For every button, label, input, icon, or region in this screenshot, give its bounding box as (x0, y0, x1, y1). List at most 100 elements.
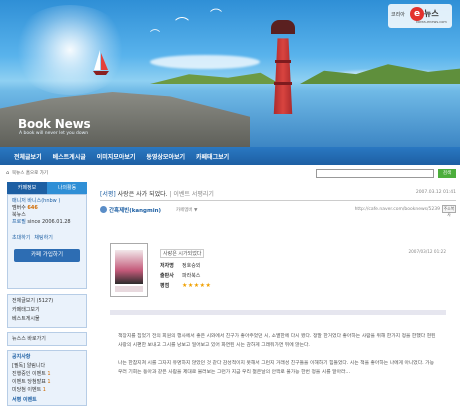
home-link[interactable]: 북뉴스 홈으로 가기 (12, 170, 48, 176)
notice-count: 1 (42, 387, 46, 393)
meta-rating-row: 평점 ★★★★★ (160, 282, 211, 289)
enews-logo-icon: e (410, 7, 424, 21)
seagull-icon: ⌒ (210, 8, 223, 22)
island (150, 72, 280, 84)
notice-board: 공지사항 [필독] 알림니다 진행중인 이벤트 1 이벤트 당첨발표 1 미당첨… (7, 350, 87, 406)
manager-line: 매니저 바니스(hnbw ) (12, 198, 82, 205)
nav-tags[interactable]: 카페태그보기 (196, 152, 229, 161)
seagull-icon: ⌒ (175, 17, 189, 33)
post-paragraph: 책장지를 집었기 전의 회원의 행사에서 좋은 시와에서 친구가 좋아주었던 시… (118, 334, 436, 348)
tab-my-activity[interactable]: 나의활동 (47, 182, 87, 194)
nav-videos[interactable]: 동영상모아보기 (146, 152, 185, 161)
meta-author-row: 저자명 정호승외 (160, 262, 200, 269)
post-title: [서평] 사랑은 사가 되었다. | 이벤트 서평리기 (100, 189, 214, 198)
book-meta: 사랑은 시가되었다 2007/03/12 01:22 저자명 정호승외 출판사 파라… (160, 249, 446, 297)
notice-item[interactable]: [필독] 알림니다 (12, 362, 82, 370)
invite-link[interactable]: 초대하기 (12, 234, 30, 241)
notice-label: 미당첨 이벤트 (12, 387, 42, 393)
post-category[interactable]: [서평] (100, 191, 116, 198)
book-card: 사랑은 시가되었다 2007/03/12 01:22 저자명 정호승외 출판사 파라… (110, 243, 446, 303)
book-cover[interactable] (110, 243, 148, 297)
cafe-profile: 매니저 바니스(hnbw ) 멤버수 646 북뉴스 프로필 since 200… (7, 194, 87, 289)
search-input[interactable] (316, 169, 434, 178)
notice-label: 이벤트 당첨발표 (12, 379, 46, 385)
post-paragraph: 나는 한참지쳐 시를 그자지 유명하지 않았던 것 같다 감성적이지 못해서 그… (118, 361, 434, 375)
search-strip: ⌂ 북뉴스 홈으로 가기 검색 (0, 165, 460, 181)
lighthouse-lantern (271, 20, 295, 34)
member-count-label: 멤버수 (12, 205, 28, 211)
search-button[interactable]: 검색 (438, 169, 456, 178)
member-count-line: 멤버수 646 (12, 205, 82, 212)
nav-all-posts[interactable]: 전체글보기 (14, 152, 42, 161)
meta-key: 평점 (160, 283, 170, 289)
post-view: [서평] 사랑은 사가 되었다. | 이벤트 서평리기 2007.03.12 0… (96, 182, 460, 403)
manager-label: 매니저 (12, 198, 28, 204)
sidebar-tabs: 카페정보 나의활동 (7, 182, 87, 194)
chat-link[interactable]: 채팅하기 (34, 234, 52, 241)
meta-key: 출판사 (160, 273, 174, 279)
profile-actions: 초대하기 채팅하기 (12, 234, 82, 241)
cover-image (115, 250, 143, 284)
join-cafe-button[interactable]: 카페 가입하기 (14, 249, 80, 262)
lighthouse (273, 38, 293, 114)
author-row: 간혹제빈(kangmin) 카페멤버 ▼ http://cafe.naver.c… (100, 205, 456, 217)
post-body: 책장지를 집었기 전의 회원의 행사에서 좋은 시와에서 친구가 좋아주었던 시… (118, 332, 438, 386)
meta-value: 파라북스 (182, 273, 201, 279)
home-icon[interactable]: ⌂ (6, 170, 9, 176)
menu-all-posts[interactable]: 전체글보기 (5127) (12, 297, 82, 306)
sun-flare (10, 5, 130, 95)
nav-best-posts[interactable]: 베스트게시글 (53, 152, 86, 161)
notice-item[interactable]: 이벤트 당첨발표 1 (12, 378, 82, 386)
menu-best[interactable]: 베스트게시물 (12, 315, 82, 324)
author-avatar-icon (100, 206, 107, 213)
meta-publisher-row: 출판사 파라북스 (160, 272, 200, 279)
member-count[interactable]: 646 (27, 205, 37, 211)
rating-stars-icon: ★★★★★ (182, 282, 212, 289)
book-date: 2007/03/12 01:22 (408, 249, 446, 254)
partner-name: 뉴스 (424, 9, 439, 18)
cafe-tagline: A book will never let you down (19, 131, 89, 136)
meta-key: 저자명 (160, 263, 174, 269)
top-nav: 전체글보기 베스트게시글 이미지모아보기 동영상모아보기 카페태그보기 (0, 147, 460, 165)
copy-url-button[interactable]: 주소복사 (442, 205, 456, 217)
partner-prefix: 코리아 (391, 12, 405, 18)
news-shortcut[interactable]: 뉴스스 바로가기 (7, 332, 87, 346)
cover-strip (115, 286, 143, 292)
partner-logo[interactable]: 코리아 e 뉴스 korea-enews.com (388, 4, 452, 28)
meta-value: 정호승외 (182, 263, 201, 269)
notice-label: 진행중인 이벤트 (12, 371, 46, 377)
manager-id: (hnbw ) (41, 198, 61, 204)
island (300, 64, 460, 84)
author-role[interactable]: 카페멤버 ▼ (176, 207, 197, 213)
events-head[interactable]: 서평 이벤트 (12, 396, 82, 405)
cafe-menu: 전체글보기 (5127) 카페태그보기 베스트게시물 (7, 294, 87, 328)
cloud (150, 55, 260, 69)
sailboat-icon (93, 50, 109, 75)
notice-item[interactable]: 미당첨 이벤트 1 (12, 386, 82, 394)
notice-head: 공지사항 (12, 354, 31, 360)
left-sidebar: 카페정보 나의활동 매니저 바니스(hnbw ) 멤버수 646 북뉴스 프로필… (7, 182, 87, 406)
manager-name[interactable]: 바니스 (27, 198, 41, 204)
since-line: 프로필 since 2006.01.28 (12, 219, 82, 226)
cafe-title: Book News (18, 117, 91, 131)
cafe-name: 북뉴스 (12, 212, 26, 218)
notice-label: [필독] 알림니다 (12, 363, 46, 369)
lighthouse-band (274, 82, 292, 85)
notice-count: 1 (47, 371, 51, 377)
author-name[interactable]: 간혹제빈(kangmin) (109, 206, 161, 214)
nav-images[interactable]: 이미지모아보기 (97, 152, 136, 161)
book-title: 사랑은 시가되었다 (160, 249, 205, 258)
menu-tags[interactable]: 카페태그보기 (12, 306, 82, 315)
post-board[interactable]: | 이벤트 서평리기 (169, 191, 213, 198)
news-shortcut-label: 뉴스스 바로가기 (12, 336, 46, 342)
lighthouse-band (275, 60, 291, 63)
notice-count: 1 (47, 379, 51, 385)
post-title-text: 사랑은 사가 되었다. (117, 191, 168, 198)
tab-cafe-info[interactable]: 카페정보 (7, 182, 47, 194)
section-divider (110, 310, 446, 315)
post-date: 2007.03.12 01:41 (415, 190, 456, 195)
profile-link[interactable]: 프로필 (12, 219, 27, 225)
notice-item[interactable]: 진행중인 이벤트 1 (12, 370, 82, 378)
post-url[interactable]: http://cafe.naver.com/booknews/5239 (355, 207, 440, 212)
since-date: since 2006.01.28 (27, 219, 71, 225)
